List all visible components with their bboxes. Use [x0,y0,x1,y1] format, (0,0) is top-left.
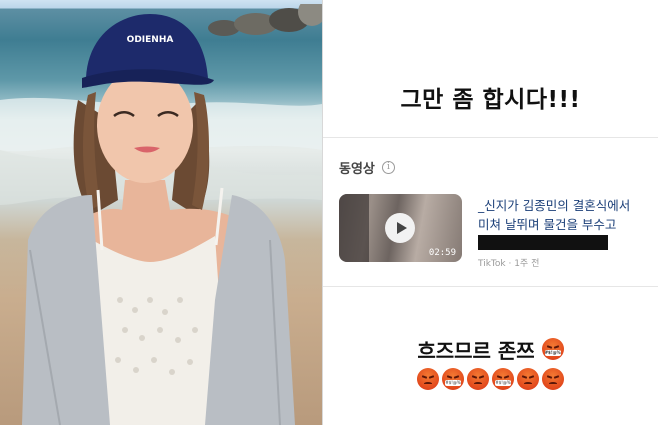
profile-photo: ODIENHA [0,0,322,425]
angry-censored-face-icon: #$!@% [492,368,514,390]
svg-text:ODIENHA: ODIENHA [127,35,174,45]
emoji-row: #$!@% #$!@% [323,368,658,390]
redaction-bar [478,235,608,250]
angry-face-icon [467,368,489,390]
play-button[interactable] [385,213,415,243]
angry-censored-face-icon: #$!@% [442,368,464,390]
headline-text: 그만 좀 합시다!!! [400,87,581,113]
separator [323,286,658,287]
video-meta: TikTok · 1주 전 [478,259,540,269]
video-card[interactable]: 02:59 _신지가 김종민의 결혼식에서 미쳐 날뛰며 물건을 부수고 크..… [339,193,643,273]
thumbnail-shade [339,194,369,262]
play-icon [396,222,407,234]
angry-face-icon [542,368,564,390]
angry-face-icon [417,368,439,390]
section-label: 동영상 [339,162,375,177]
reaction-line: 흐즈므르 존쯔 #$!@% [323,335,658,364]
story-panel: 그만 좀 합시다!!! 동영상 i 02:59 _신지가 김종민의 결혼식에서 … [323,0,658,425]
separator [323,137,658,138]
reaction-text: 흐즈므르 존쯔 [417,339,535,363]
woman-figure-image: ODIENHA [0,14,322,425]
angry-face-icon [517,368,539,390]
video-thumbnail[interactable]: 02:59 [339,194,462,262]
angry-censored-face-icon: #$!@% [541,338,564,360]
video-duration: 02:59 [428,248,456,258]
video-section-header: 동영상 i [339,158,395,177]
info-icon[interactable]: i [381,161,395,174]
